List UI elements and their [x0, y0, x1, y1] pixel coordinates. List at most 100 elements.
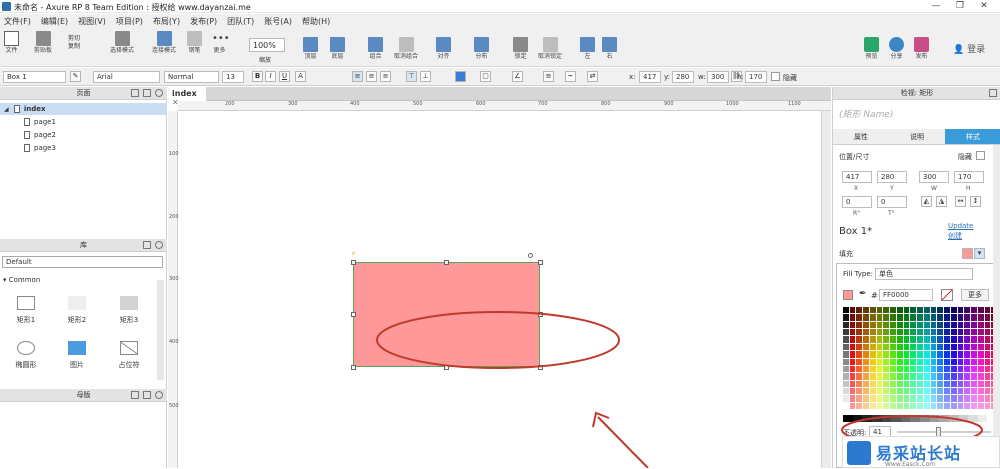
valign-top-icon[interactable]: ⊤ [406, 71, 417, 82]
text-color-button[interactable]: A [295, 71, 306, 82]
close-button[interactable]: ✕ [972, 0, 996, 12]
preview-button[interactable]: 预览 [864, 37, 879, 61]
select-mode-button[interactable]: 选择模式 [110, 31, 134, 55]
page-tree-page2[interactable]: page2 [0, 129, 167, 141]
align-button[interactable]: 对齐 [436, 37, 451, 61]
publish-button[interactable]: 发布 [914, 37, 929, 61]
file-button[interactable]: 文件 [4, 31, 19, 55]
fill-color-icon[interactable] [455, 71, 466, 82]
left-pane-button[interactable]: 左 [580, 37, 595, 61]
menu-account[interactable]: 账号(A) [264, 16, 292, 27]
pen-button[interactable]: 钢笔 [187, 31, 202, 55]
add-master-icon[interactable] [131, 391, 139, 399]
rotation-field[interactable]: 0 [842, 196, 872, 208]
font-family-select[interactable]: Arial [93, 71, 160, 83]
menu-edit[interactable]: 编辑(E) [41, 16, 68, 27]
search-icon[interactable] [155, 241, 163, 249]
shape-name-field[interactable]: (矩形 Name) [839, 107, 893, 120]
valign-middle-icon[interactable]: ⊥ [420, 71, 431, 82]
fill-dropdown-icon[interactable]: ▾ [974, 248, 985, 259]
search-icon[interactable] [155, 89, 163, 97]
flip-h-icon[interactable]: ◭ [921, 196, 932, 207]
library-select[interactable]: Default [2, 256, 163, 268]
create-style-link[interactable]: 创建 [948, 231, 962, 241]
fit-height-icon[interactable]: ↕ [970, 196, 981, 207]
menu-file[interactable]: 文件(F) [4, 16, 31, 27]
page-tree-index[interactable]: ◢ index [0, 103, 167, 115]
add-folder-icon[interactable] [143, 89, 151, 97]
add-page-icon[interactable] [131, 89, 139, 97]
page-tree-page3[interactable]: page3 [0, 142, 167, 154]
ungroup-button[interactable]: 取消组合 [394, 37, 418, 61]
lock-button[interactable]: 锁定 [513, 37, 528, 61]
align-right-icon[interactable]: ≡ [380, 71, 391, 82]
flip-v-icon[interactable]: ◮ [936, 196, 947, 207]
tab-properties[interactable]: 属性 [833, 129, 889, 144]
send-to-bottom-button[interactable]: 底层 [330, 37, 345, 61]
h-field[interactable]: 170 [745, 71, 767, 83]
widget-name-field[interactable]: Box 1 [3, 71, 66, 83]
inspector-y-field[interactable]: 280 [877, 171, 907, 183]
maximize-button[interactable]: ❐ [948, 0, 972, 12]
inspector-w-field[interactable]: 300 [919, 171, 949, 183]
widget-placeholder[interactable]: 占位符 [113, 341, 145, 370]
minimize-button[interactable]: — [924, 0, 948, 12]
align-left-icon[interactable]: ≡ [352, 71, 363, 82]
bring-to-top-button[interactable]: 顶层 [303, 37, 318, 61]
widget-ellipse[interactable]: 椭圆形 [10, 341, 42, 370]
share-button[interactable]: 分享 [889, 37, 904, 61]
widget-rect1[interactable]: 矩形1 [10, 296, 42, 325]
inspector-h-field[interactable]: 170 [954, 171, 984, 183]
underline-button[interactable]: U [279, 71, 290, 82]
widget-rect2[interactable]: 矩形2 [61, 296, 93, 325]
menu-help[interactable]: 帮助(H) [302, 16, 330, 27]
group-button[interactable]: 组合 [368, 37, 383, 61]
tab-notes[interactable]: 说明 [889, 129, 945, 144]
copy-button[interactable]: 复制 [68, 41, 80, 50]
page-tree-page1[interactable]: page1 [0, 116, 167, 128]
search-icon[interactable] [155, 391, 163, 399]
y-field[interactable]: 280 [672, 71, 694, 83]
tab-style[interactable]: 样式 [945, 129, 1000, 144]
arrow-style-icon[interactable]: ⇄ [587, 71, 598, 82]
hidden-checkbox[interactable] [771, 72, 780, 81]
bold-button[interactable]: B [252, 71, 263, 82]
menu-icon[interactable] [143, 241, 151, 249]
right-pane-button[interactable]: 右 [602, 37, 617, 61]
zoom-select[interactable]: 100% [249, 38, 285, 52]
style-painter-icon[interactable]: ✎ [70, 71, 81, 82]
menu-project[interactable]: 项目(P) [116, 16, 143, 27]
align-center-icon[interactable]: ≡ [366, 71, 377, 82]
line-style-icon[interactable]: ┅ [565, 71, 576, 82]
add-folder-icon[interactable] [143, 391, 151, 399]
inspector-hidden-checkbox[interactable] [976, 151, 985, 160]
inspector-x-field[interactable]: 417 [842, 171, 872, 183]
update-style-link[interactable]: Update [948, 222, 973, 230]
shadow-icon[interactable]: ▢ [480, 71, 491, 82]
library-scrollbar[interactable] [157, 280, 164, 380]
menu-view[interactable]: 视图(V) [78, 16, 106, 27]
x-field[interactable]: 417 [639, 71, 661, 83]
menu-layout[interactable]: 布局(Y) [153, 16, 180, 27]
font-size-select[interactable]: 13 [222, 71, 244, 83]
line-width-icon[interactable]: ≡ [543, 71, 554, 82]
font-style-select[interactable]: Normal [164, 71, 219, 83]
paste-button[interactable]: 剪贴板 [34, 31, 52, 55]
login-link[interactable]: 👤 登录 [953, 42, 985, 55]
common-section[interactable]: ▾ Common [3, 276, 40, 284]
text-rotation-field[interactable]: 0 [877, 196, 907, 208]
menu-team[interactable]: 团队(T) [227, 16, 254, 27]
fit-width-icon[interactable]: ↔ [955, 196, 966, 207]
collapse-triangle-icon[interactable]: ◢ [4, 106, 9, 113]
inspector-scrollbar[interactable] [993, 145, 1000, 468]
widget-rect3[interactable]: 矩形3 [113, 296, 145, 325]
fill-color-swatch[interactable] [962, 248, 973, 259]
italic-button[interactable]: I [265, 71, 276, 82]
unlock-button[interactable]: 取消锁定 [538, 37, 562, 61]
style-name[interactable]: Box 1* [839, 226, 872, 237]
distribute-button[interactable]: 分布 [474, 37, 489, 61]
connect-mode-button[interactable]: 连接模式 [152, 31, 176, 55]
widget-image[interactable]: 图片 [61, 341, 93, 370]
inspector-close-icon[interactable] [989, 89, 997, 97]
line-color-icon[interactable]: ∠ [512, 71, 523, 82]
